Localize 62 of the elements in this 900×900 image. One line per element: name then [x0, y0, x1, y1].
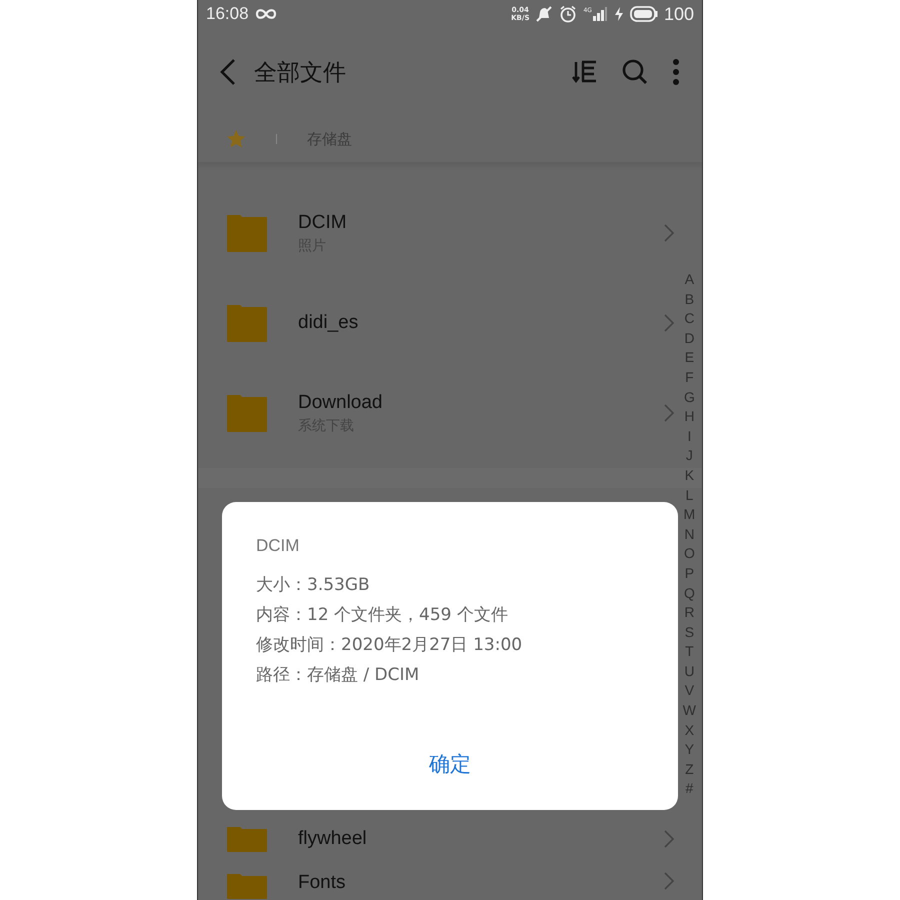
star-icon[interactable] [226, 129, 246, 149]
index-letter[interactable]: M [682, 505, 696, 525]
chevron-icon [664, 404, 674, 422]
chevron-icon [664, 224, 674, 242]
status-time: 16:08 [206, 4, 249, 24]
index-letter[interactable]: R [682, 603, 696, 623]
property-line: 路径：存储盘 / DCIM [256, 664, 420, 687]
muted-bell-icon [535, 5, 554, 23]
infinity-icon [254, 8, 277, 20]
folder-name: Download [298, 392, 384, 414]
folder-name: flywheel [298, 828, 368, 850]
back-icon[interactable] [220, 58, 236, 86]
index-letter[interactable]: T [682, 642, 696, 662]
property-line: 修改时间：2020年2月27日 13:00 [256, 634, 524, 657]
folder-name: Fonts [298, 872, 347, 894]
signal-icon [592, 7, 608, 21]
index-letter[interactable]: P [682, 564, 696, 584]
index-letter[interactable]: S [682, 622, 696, 642]
index-letter[interactable]: U [682, 662, 696, 682]
property-line: 大小：3.53GB [256, 574, 371, 597]
index-letter[interactable]: K [682, 466, 696, 486]
alarm-icon [559, 5, 578, 23]
index-letter[interactable]: L [682, 486, 696, 506]
index-letter[interactable]: D [682, 328, 696, 348]
index-letter[interactable]: Q [682, 584, 696, 604]
folder-icon [226, 393, 268, 433]
folder-name: didi_es [298, 312, 360, 334]
index-letter[interactable]: G [682, 388, 696, 408]
index-letter[interactable]: O [682, 544, 696, 564]
dialog-title: DCIM [256, 536, 300, 556]
index-letter[interactable]: W [682, 701, 696, 721]
chevron-icon [664, 830, 674, 848]
index-letter[interactable]: H [682, 407, 696, 427]
index-letter[interactable]: F [682, 368, 696, 388]
index-letter[interactable]: Z [682, 760, 696, 780]
index-letter[interactable]: N [682, 524, 696, 544]
index-letter[interactable]: J [682, 446, 696, 466]
confirm-button[interactable]: 确定 [417, 746, 483, 782]
index-letter[interactable]: C [682, 309, 696, 329]
folder-icon [226, 825, 268, 853]
charging-icon [614, 7, 624, 21]
folder-icon [226, 213, 268, 253]
more-icon[interactable] [672, 59, 680, 85]
index-letter[interactable]: X [682, 720, 696, 740]
folder-icon [226, 303, 268, 343]
index-letter[interactable]: V [682, 681, 696, 702]
page-title: 全部文件 [254, 58, 346, 88]
index-letter[interactable]: # [682, 779, 696, 800]
chevron-icon [664, 872, 674, 890]
chevron-icon [664, 314, 674, 332]
property-line: 内容：12 个文件夹，459 个文件 [256, 604, 509, 627]
sort-icon[interactable] [572, 60, 598, 84]
folder-name: DCIM [298, 212, 348, 234]
battery-level: 100 [664, 4, 694, 24]
index-letter[interactable]: B [682, 290, 696, 310]
folder-icon [226, 872, 268, 900]
index-letter[interactable]: I [682, 426, 696, 446]
battery-icon [630, 6, 658, 22]
search-icon[interactable] [622, 59, 648, 85]
index-letter[interactable]: E [682, 348, 696, 368]
index-letter[interactable]: Y [682, 740, 696, 760]
index-letter[interactable]: A [682, 270, 696, 290]
